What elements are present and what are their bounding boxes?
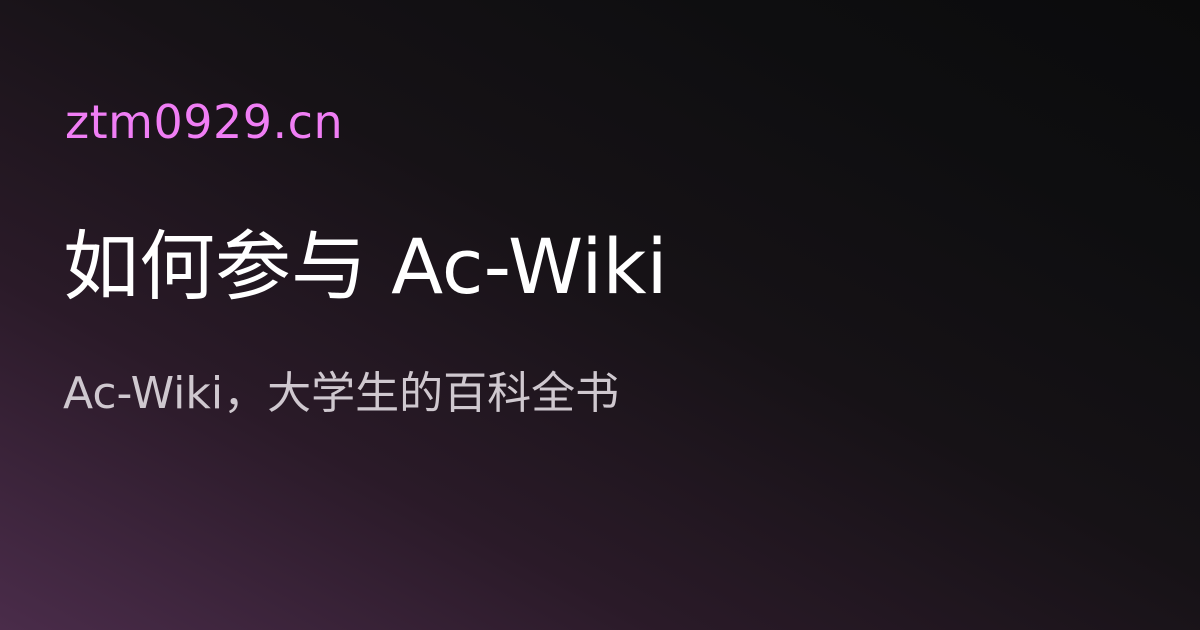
site-domain: ztm0929.cn — [65, 95, 344, 149]
page-title: 如何参与 Ac-Wiki — [63, 222, 668, 311]
share-card: ztm0929.cn 如何参与 Ac-Wiki Ac-Wiki，大学生的百科全书 — [0, 0, 1200, 630]
page-subtitle: Ac-Wiki，大学生的百科全书 — [63, 368, 620, 419]
